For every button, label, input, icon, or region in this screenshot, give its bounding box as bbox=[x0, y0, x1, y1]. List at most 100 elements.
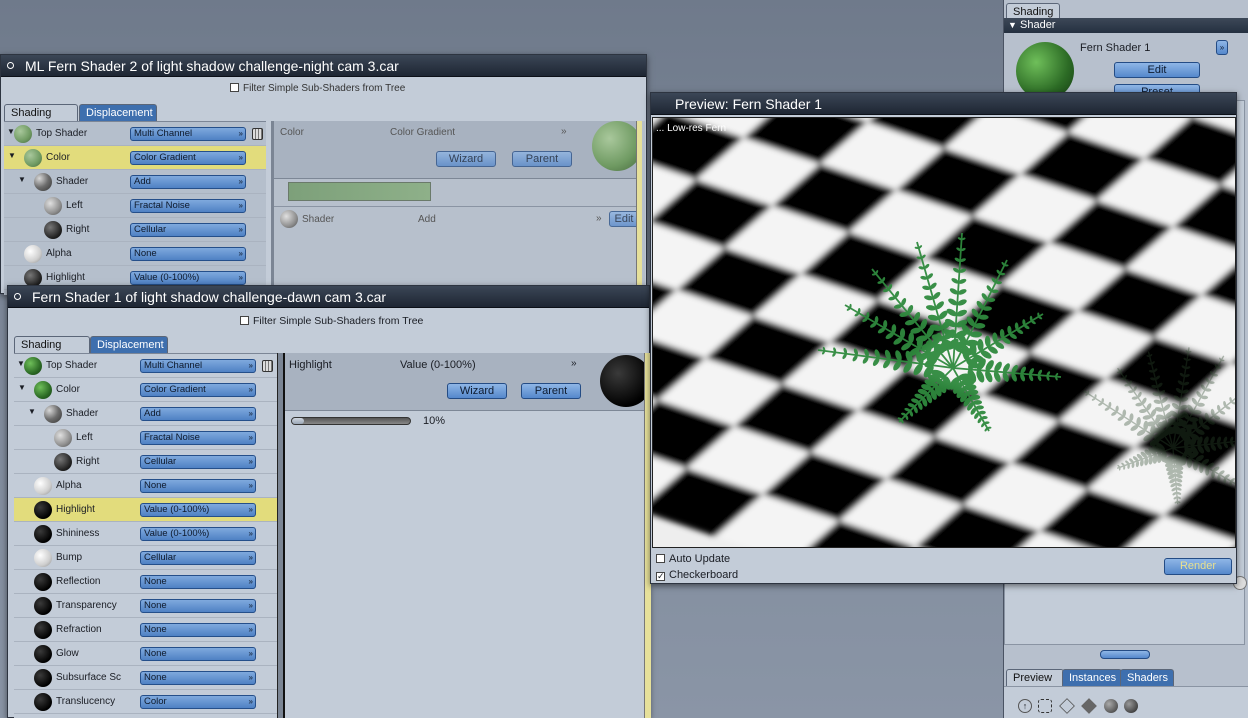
tree-expander-icon[interactable]: ▼ bbox=[8, 151, 16, 160]
shader-type-dropdown[interactable]: Cellular» bbox=[140, 455, 256, 469]
shader-type-dropdown[interactable]: Fractal Noise» bbox=[130, 199, 246, 213]
filter-checkbox[interactable]: Filter Simple Sub-Shaders from Tree bbox=[240, 315, 423, 327]
render-button[interactable]: Render bbox=[1164, 558, 1232, 575]
trash-icon[interactable] bbox=[252, 128, 263, 140]
shader-type-dropdown[interactable]: Add» bbox=[140, 407, 256, 421]
shader-menu-button[interactable]: » bbox=[1216, 40, 1228, 55]
checkbox-icon[interactable] bbox=[656, 554, 665, 563]
edit-button[interactable]: Edit bbox=[1114, 62, 1200, 78]
chevron-down-icon[interactable]: » bbox=[596, 213, 602, 224]
wizard-button[interactable]: Wizard bbox=[447, 383, 507, 399]
shader-type-dropdown[interactable]: Fractal Noise» bbox=[140, 431, 256, 445]
tree-row[interactable]: ▼ Top Shader Multi Channel» bbox=[4, 122, 266, 146]
tree-expander-icon[interactable]: ▼ bbox=[18, 383, 26, 392]
shader-type-dropdown[interactable]: Color Gradient» bbox=[130, 151, 246, 165]
shader-type-dropdown[interactable]: None» bbox=[140, 671, 256, 685]
tree-row[interactable]: ▼ Color Color Gradient» bbox=[14, 378, 277, 402]
shader-section-header[interactable]: ▼ Shader bbox=[1004, 18, 1248, 33]
render-viewport[interactable]: ... Low-res Fern bbox=[652, 117, 1236, 548]
tree-row[interactable]: Right Cellular» bbox=[14, 450, 277, 474]
tree-expander-icon[interactable]: ▼ bbox=[28, 407, 36, 416]
tree-row[interactable]: Glow None» bbox=[14, 642, 277, 666]
tree-row[interactable]: ▼ Top Shader Multi Channel» bbox=[14, 354, 277, 378]
checkerboard-checkbox[interactable]: ✓ Checkerboard bbox=[656, 569, 738, 581]
tab-displacement[interactable]: Displacement bbox=[90, 336, 168, 353]
tree-row[interactable]: ▼ Color Color Gradient» bbox=[4, 146, 266, 170]
tree-row[interactable]: Right Cellular» bbox=[4, 218, 266, 242]
tree-row[interactable]: Bump Cellular» bbox=[14, 546, 277, 570]
close-circle-icon[interactable] bbox=[14, 293, 21, 300]
edit-sub-button[interactable]: Edit bbox=[609, 211, 639, 227]
tree-row[interactable]: Subsurface Sc None» bbox=[14, 666, 277, 690]
window-title-bar[interactable]: ML Fern Shader 2 of light shadow challen… bbox=[1, 55, 646, 77]
shader-type-dropdown[interactable]: Color» bbox=[140, 695, 256, 709]
tree-row[interactable]: Alpha None» bbox=[14, 474, 277, 498]
color-gradient-bar[interactable] bbox=[288, 182, 431, 201]
window-title-bar[interactable]: Fern Shader 1 of light shadow challenge-… bbox=[8, 286, 649, 308]
shader-type-dropdown[interactable]: Value (0-100%)» bbox=[140, 503, 256, 517]
shader-preview-icon bbox=[34, 669, 52, 687]
tab-shading[interactable]: Shading bbox=[14, 336, 90, 353]
tree-row[interactable]: Highlight Value (0-100%)» bbox=[14, 498, 277, 522]
tree-row[interactable]: ▼ Shader Add» bbox=[4, 170, 266, 194]
wizard-button[interactable]: Wizard bbox=[436, 151, 496, 167]
tree-row-label: Color bbox=[56, 384, 80, 395]
tab-shaders[interactable]: Shaders bbox=[1120, 669, 1174, 686]
tree-row[interactable]: Transparency None» bbox=[14, 594, 277, 618]
chevron-down-icon: » bbox=[238, 273, 243, 282]
parent-button[interactable]: Parent bbox=[512, 151, 572, 167]
shader-type-dropdown[interactable]: Value (0-100%)» bbox=[130, 271, 246, 285]
tree-expander-icon[interactable]: ▼ bbox=[18, 175, 26, 184]
tree-row[interactable]: Refraction None» bbox=[14, 618, 277, 642]
tree-row[interactable]: Alpha None» bbox=[4, 242, 266, 266]
shader-type-dropdown[interactable]: Add» bbox=[130, 175, 246, 189]
section-label: Shader bbox=[1020, 19, 1056, 31]
chevron-down-icon[interactable]: » bbox=[561, 126, 567, 137]
shader-preview-icon bbox=[34, 549, 52, 567]
chevron-down-icon[interactable]: » bbox=[571, 358, 577, 369]
shader-type-dropdown[interactable]: Multi Channel» bbox=[130, 127, 246, 141]
shader-type-dropdown[interactable]: None» bbox=[140, 599, 256, 613]
tree-row[interactable]: ▼ Shader Add» bbox=[14, 402, 277, 426]
shader-type-dropdown[interactable]: None» bbox=[140, 647, 256, 661]
tab-displacement[interactable]: Displacement bbox=[79, 104, 157, 121]
tree-row[interactable]: Reflection None» bbox=[14, 570, 277, 594]
tree-row[interactable]: Left Fractal Noise» bbox=[14, 426, 277, 450]
trash-icon[interactable] bbox=[262, 360, 273, 372]
tab-instances[interactable]: Instances bbox=[1062, 669, 1122, 686]
shader-type-dropdown[interactable]: Value (0-100%)» bbox=[140, 527, 256, 541]
checkmark-icon[interactable]: ✓ bbox=[656, 572, 665, 581]
tab-preview-right[interactable]: Preview bbox=[1006, 669, 1064, 686]
filter-checkbox[interactable]: Filter Simple Sub-Shaders from Tree bbox=[230, 83, 405, 94]
shader-type-dropdown[interactable]: Color Gradient» bbox=[140, 383, 256, 397]
tab-shading[interactable]: Shading bbox=[4, 104, 78, 121]
cube-outline-icon[interactable] bbox=[1059, 698, 1075, 714]
checkbox-icon[interactable] bbox=[240, 316, 249, 325]
up-arrow-icon[interactable]: ↑ bbox=[1018, 699, 1032, 713]
shader-type-dropdown[interactable]: Cellular» bbox=[130, 223, 246, 237]
tree-row[interactable]: Left Fractal Noise» bbox=[4, 194, 266, 218]
close-circle-icon[interactable] bbox=[7, 62, 14, 69]
sphere-shaded-icon[interactable] bbox=[1124, 699, 1138, 713]
value-slider[interactable] bbox=[291, 417, 411, 425]
tree-row[interactable]: Shininess Value (0-100%)» bbox=[14, 522, 277, 546]
checkbox-icon[interactable] bbox=[230, 83, 239, 92]
sphere-icon[interactable] bbox=[1104, 699, 1118, 713]
shader-type-dropdown[interactable]: None» bbox=[140, 623, 256, 637]
auto-update-checkbox[interactable]: Auto Update bbox=[656, 553, 730, 565]
shader-type-dropdown[interactable]: None» bbox=[140, 479, 256, 493]
tree-row-label: Shader bbox=[56, 176, 89, 187]
splitter-handle[interactable] bbox=[1100, 650, 1150, 659]
cube-solid-icon[interactable] bbox=[1081, 698, 1097, 714]
tree-row[interactable]: Translucency Color» bbox=[14, 690, 277, 714]
shader-type-dropdown[interactable]: None» bbox=[130, 247, 246, 261]
shader-preview-icon bbox=[34, 645, 52, 663]
parent-button[interactable]: Parent bbox=[521, 383, 581, 399]
move-icon[interactable] bbox=[1038, 699, 1052, 713]
shader-type-dropdown[interactable]: Multi Channel» bbox=[140, 359, 256, 373]
vertical-scrollbar[interactable] bbox=[636, 121, 642, 295]
shader-type-dropdown[interactable]: None» bbox=[140, 575, 256, 589]
shader-type-dropdown[interactable]: Cellular» bbox=[140, 551, 256, 565]
preview-title-bar[interactable]: Preview: Fern Shader 1 bbox=[651, 93, 1236, 115]
render-overlay-text: ... Low-res Fern bbox=[656, 123, 727, 134]
